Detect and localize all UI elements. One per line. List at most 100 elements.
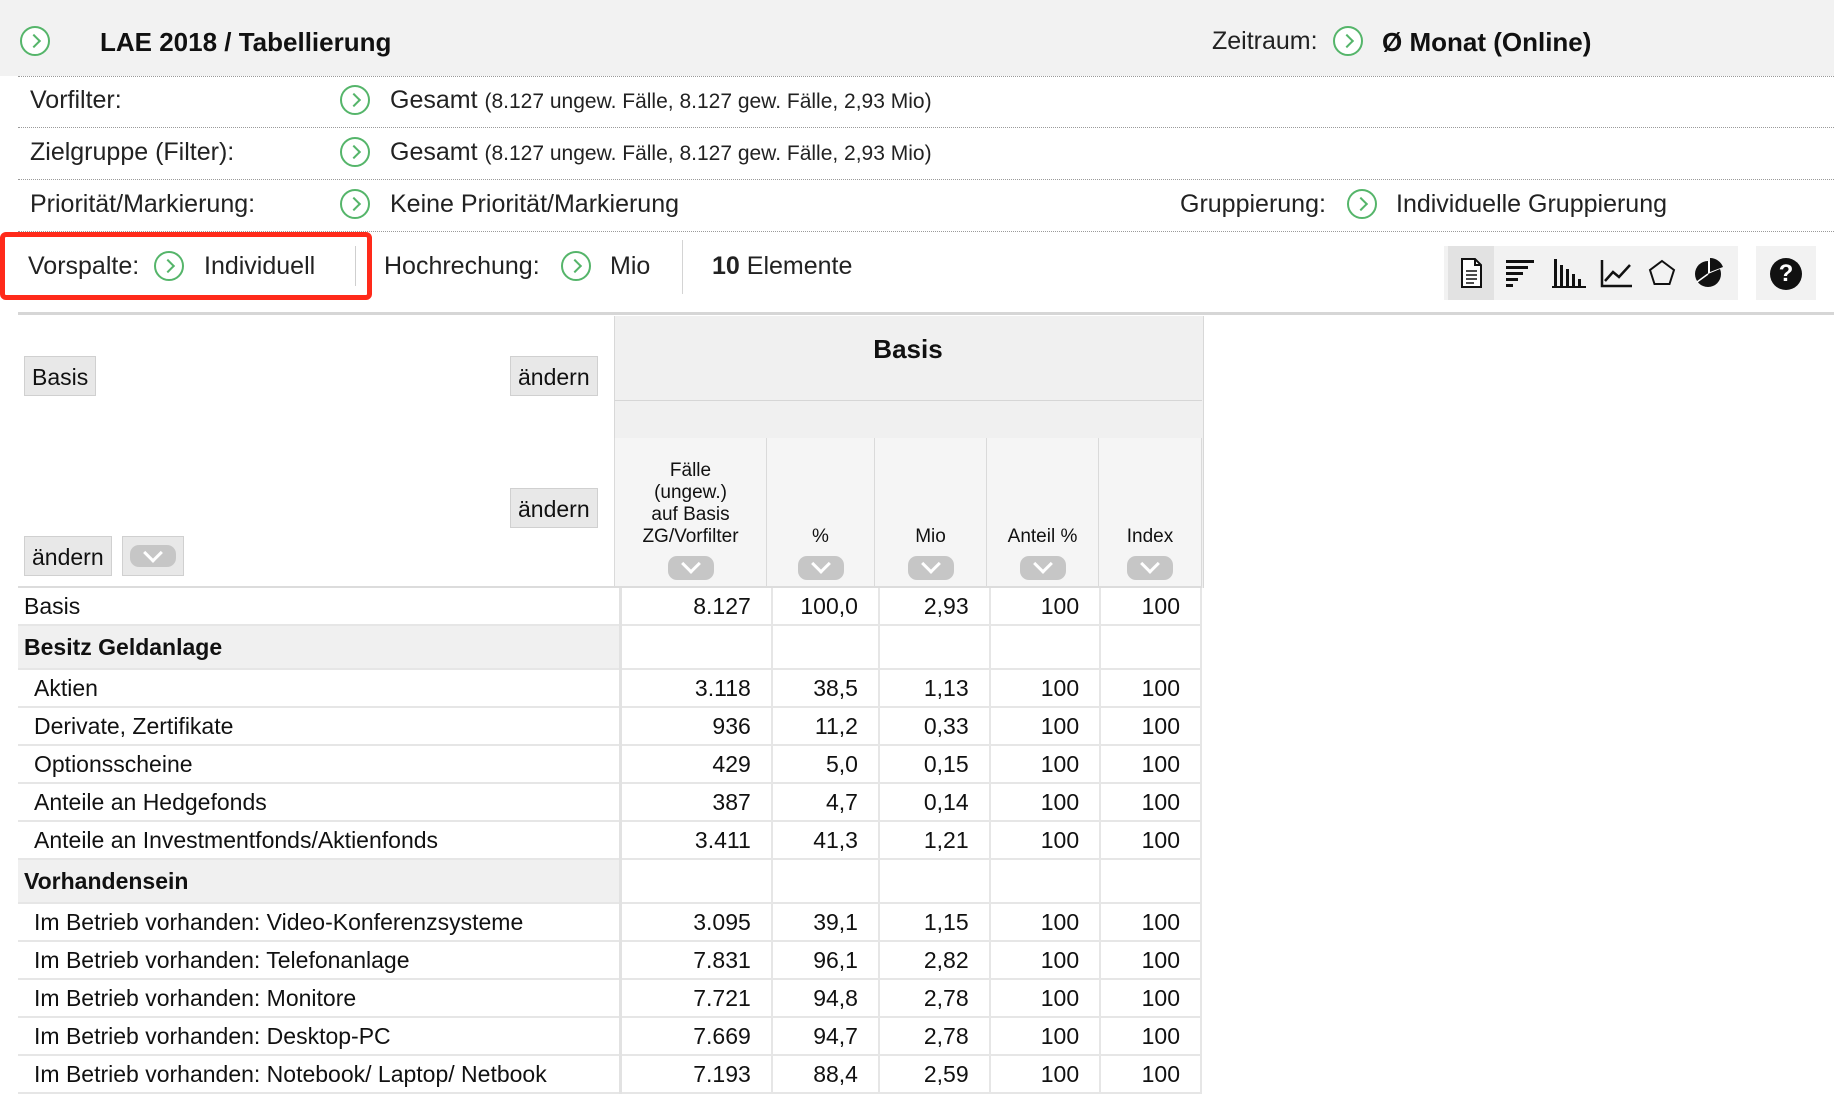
cell-value [771, 859, 880, 904]
cell-value: 100 [1100, 903, 1202, 942]
cell-value: 100,0 [771, 588, 880, 626]
vorspalte-label: Vorspalte: [28, 252, 140, 280]
cell-value: 0,14 [878, 783, 991, 822]
cell-value: 8.127 [620, 588, 773, 626]
cell-value: 100 [1100, 745, 1202, 784]
bar-horizontal-icon[interactable] [1496, 246, 1542, 300]
cell-value: 100 [989, 1055, 1102, 1094]
column-header-faelle: Fälle (ungew.) auf Basis ZG/Vorfilter [614, 438, 767, 588]
cell-value: 100 [989, 707, 1102, 746]
cell-value: 936 [620, 707, 773, 746]
cell-value: 3.118 [620, 669, 773, 708]
cell-value: 3.411 [620, 821, 773, 860]
table-row: Basis 8.127 100,0 2,93 100 100 [18, 588, 1202, 626]
cell-value: 2,78 [878, 1017, 991, 1056]
vorfilter-value[interactable]: Gesamt (8.127 ungew. Fälle, 8.127 gew. F… [390, 86, 932, 115]
cell-value: 2,93 [878, 588, 991, 626]
vorspalte-arrow-icon[interactable] [154, 251, 184, 281]
hochrechnung-label: Hochrechung: [384, 252, 540, 280]
cell-value: 100 [989, 588, 1102, 626]
row-label: Anteile an Hedgefonds [18, 783, 623, 822]
expand-arrow-icon[interactable] [20, 26, 50, 56]
sort-chevron-icon[interactable] [1019, 556, 1066, 580]
cell-value: 100 [1100, 588, 1202, 626]
table-row: Im Betrieb vorhanden: Monitore 7.721 94,8 2… [18, 979, 1202, 1018]
data-table: Basis 8.127 100,0 2,93 100 100 Besitz Geldanla… [18, 588, 1202, 1094]
cell-value: 2,82 [878, 941, 991, 980]
cell-value: 429 [620, 745, 773, 784]
cell-value: 2,78 [878, 979, 991, 1018]
cell-value: 2,59 [878, 1055, 991, 1094]
gruppierung-arrow-icon[interactable] [1347, 189, 1377, 219]
andern-button-basis[interactable]: ändern [510, 356, 598, 396]
cell-value: 11,2 [771, 707, 880, 746]
zeitraum-value[interactable]: Ø Monat (Online) [1382, 27, 1591, 58]
cell-value: 100 [1100, 1017, 1202, 1056]
vorspalte-value[interactable]: Individuell [204, 252, 315, 281]
cell-value: 7.721 [620, 979, 773, 1018]
cell-value: 100 [989, 903, 1102, 942]
table-row: Anteile an Investmentfonds/Aktienfonds 3.… [18, 821, 1202, 860]
toolbar-separator [682, 240, 683, 294]
cell-value: 0,15 [878, 745, 991, 784]
col-line: ZG/Vorfilter [642, 526, 739, 547]
cell-value [1100, 625, 1202, 670]
row-label: Besitz Geldanlage [18, 625, 623, 670]
sort-chevron-icon[interactable] [667, 556, 714, 580]
bar-vertical-icon[interactable] [1544, 246, 1590, 300]
zielgruppe-value-text: Gesamt [390, 138, 478, 166]
zielgruppe-value[interactable]: Gesamt (8.127 ungew. Fälle, 8.127 gew. F… [390, 138, 932, 167]
elemente-label: Elemente [746, 252, 853, 280]
rows-dropdown-button[interactable] [122, 536, 184, 576]
cell-value [620, 859, 773, 904]
cell-value: 7.669 [620, 1017, 773, 1056]
cell-value: 100 [989, 745, 1102, 784]
prioritaet-value[interactable]: Keine Priorität/Markierung [390, 190, 679, 219]
prioritaet-arrow-icon[interactable] [340, 189, 370, 219]
chevron-down-icon [130, 545, 176, 567]
cell-value: 4,7 [771, 783, 880, 822]
cell-value: 5,0 [771, 745, 880, 784]
help-button[interactable]: ? [1756, 246, 1816, 300]
row-label: Anteile an Investmentfonds/Aktienfonds [18, 821, 623, 860]
hochrechnung-value[interactable]: Mio [610, 252, 650, 281]
vorfilter-value-text: Gesamt [390, 86, 478, 114]
column-header-index-text: Index [1126, 526, 1174, 547]
row-label: Basis [18, 588, 623, 626]
sort-chevron-icon[interactable] [907, 556, 954, 580]
andern-button-rows[interactable]: ändern [24, 536, 112, 576]
help-icon: ? [1770, 258, 1802, 290]
column-header-percent-text: % [812, 526, 829, 547]
pie-chart-icon[interactable] [1684, 246, 1730, 300]
document-icon[interactable] [1448, 246, 1494, 300]
andern-button-columns[interactable]: ändern [510, 488, 598, 528]
pentagon-icon[interactable] [1638, 246, 1684, 300]
zeitraum-label: Zeitraum: [1212, 27, 1318, 55]
gruppierung-value[interactable]: Individuelle Gruppierung [1396, 190, 1667, 219]
view-switcher [1444, 246, 1738, 300]
section-divider [18, 312, 1834, 315]
cell-value: 96,1 [771, 941, 880, 980]
cell-value [989, 859, 1102, 904]
cell-value: 100 [989, 669, 1102, 708]
cell-value: 38,5 [771, 669, 880, 708]
vorfilter-detail: (8.127 ungew. Fälle, 8.127 gew. Fälle, 2… [484, 90, 932, 113]
cell-value: 7.193 [620, 1055, 773, 1094]
row-label: Aktien [18, 669, 623, 708]
zeitraum-arrow-icon[interactable] [1333, 26, 1363, 56]
cell-value: 100 [1100, 669, 1202, 708]
cell-value: 3.095 [620, 903, 773, 942]
row-label: Im Betrieb vorhanden: Notebook/ Laptop/ … [18, 1055, 623, 1094]
cell-value: 100 [1100, 821, 1202, 860]
hochrechnung-arrow-icon[interactable] [561, 251, 591, 281]
sort-chevron-icon[interactable] [797, 556, 844, 580]
vorfilter-arrow-icon[interactable] [340, 85, 370, 115]
row-label: Im Betrieb vorhanden: Desktop-PC [18, 1017, 623, 1056]
col-line: (ungew.) [654, 482, 727, 503]
col-line: Fälle [669, 460, 712, 481]
row-label: Im Betrieb vorhanden: Telefonanlage [18, 941, 623, 980]
sort-chevron-icon[interactable] [1127, 556, 1173, 580]
cell-value: 100 [989, 783, 1102, 822]
zielgruppe-arrow-icon[interactable] [340, 137, 370, 167]
line-chart-icon[interactable] [1592, 246, 1638, 300]
